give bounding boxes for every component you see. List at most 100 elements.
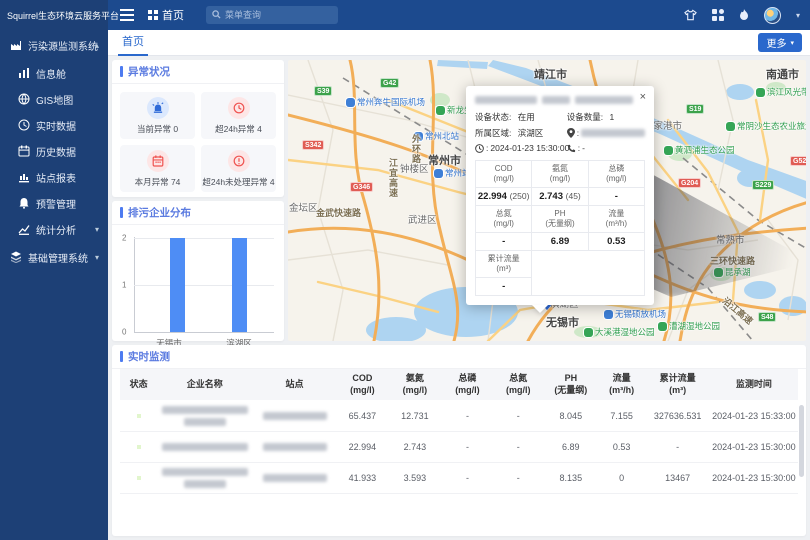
region-field: 所属区域: 滨湖区	[475, 127, 567, 139]
sidebar-item-历史数据[interactable]: 历史数据	[0, 138, 108, 164]
user-avatar[interactable]	[764, 7, 781, 24]
table-cell: -	[442, 400, 493, 431]
device-status-field: 设备状态: 在用	[475, 111, 567, 123]
device-count-field: 设备数量: 1	[567, 111, 645, 123]
dashboard-icon	[18, 67, 30, 79]
sidebar-item-label: 信息舱	[36, 66, 66, 81]
road-badge-S229: S229	[752, 180, 774, 190]
table-cell: 2024-01-23 15:30:00	[710, 462, 798, 493]
stat-label: 超24h未处理异常 4	[202, 176, 274, 188]
sidebar-item-站点报表[interactable]: 站点报表	[0, 164, 108, 190]
popup-metric-name: 累计流量(m³)	[476, 251, 532, 278]
user-menu-chevron-down-icon[interactable]: ▾	[796, 11, 800, 20]
clock-alert-icon	[228, 97, 250, 119]
table-scrollbar[interactable]	[799, 405, 804, 477]
search-input[interactable]	[225, 10, 332, 20]
sidebar-item-label: 站点报表	[36, 170, 76, 185]
station-name-redacted	[252, 400, 337, 431]
tab-bar: 首页 更多 ▾	[108, 30, 810, 56]
popup-close-icon[interactable]: ×	[640, 92, 646, 103]
warning-bell-icon	[18, 197, 30, 209]
sidebar-item-污染源监测系统[interactable]: 污染源监测系统▴	[0, 30, 108, 60]
table-cell: 65.437	[337, 400, 388, 431]
popup-metric-value: 0.53	[588, 233, 644, 251]
more-button[interactable]: 更多 ▾	[758, 33, 802, 52]
table-cell: 8.135	[544, 462, 598, 493]
table-cell: 2024-01-23 15:30:00	[710, 431, 798, 462]
popup-metric-name: 总磷(mg/l)	[588, 161, 644, 188]
column-header-监测时间: 监测时间	[710, 369, 798, 400]
road-badge-S19: S19	[686, 104, 704, 114]
distribution-bar-chart: 210	[134, 237, 274, 333]
table-cell: -	[493, 400, 544, 431]
stat-label: 本月异常 74	[135, 176, 181, 188]
column-header-站点: 站点	[252, 369, 337, 400]
table-cell: 6.89	[544, 431, 598, 462]
road-badge-G42: G42	[380, 78, 399, 88]
distribution-panel-title: 排污企业分布	[128, 205, 191, 220]
top-bar: Squirrel生态环境云服务平台 首页 ▾	[0, 0, 810, 30]
sidebar-item-label: 实时数据	[36, 118, 76, 133]
table-cell: -	[442, 462, 493, 493]
table-cell: 7.155	[598, 400, 645, 431]
phone-field: : -	[567, 143, 645, 153]
exclamation-icon	[228, 150, 250, 172]
factory-icon	[10, 39, 22, 51]
theme-skin-icon[interactable]	[684, 9, 697, 21]
popup-metric-value: 22.994 (250)	[476, 188, 532, 206]
base-system-icon	[10, 251, 22, 263]
panel-accent-bar	[120, 66, 123, 77]
table-cell: 41.933	[337, 462, 388, 493]
sidebar-item-实时数据[interactable]: 实时数据	[0, 112, 108, 138]
road-badge-S342: S342	[302, 140, 324, 150]
station-report-icon	[18, 171, 30, 183]
app-logo: Squirrel生态环境云服务平台	[0, 0, 108, 30]
company-name-redacted	[157, 400, 252, 431]
company-name-redacted	[157, 462, 252, 493]
popup-metric-value: -	[476, 233, 532, 251]
more-button-label: 更多	[766, 35, 786, 50]
chart-y-tick: 1	[122, 281, 126, 290]
sidebar-item-GIS地图[interactable]: GIS地图	[0, 86, 108, 112]
sidebar-item-预警管理[interactable]: 预警管理	[0, 190, 108, 216]
address-redacted	[581, 129, 645, 137]
table-cell: 0	[598, 462, 645, 493]
history-icon	[18, 145, 30, 157]
menu-search-box[interactable]	[206, 6, 338, 24]
table-row[interactable]: 41.9333.593--8.1350134672024-01-23 15:30…	[120, 462, 798, 493]
table-cell: 327636.531	[645, 400, 709, 431]
stat-label: 超24h异常 4	[215, 123, 262, 135]
widgets-layout-icon[interactable]	[712, 9, 724, 21]
company-name-redacted	[157, 431, 252, 462]
realtime-clock-icon	[18, 119, 30, 131]
popup-metric-value: -	[588, 188, 644, 206]
search-icon	[212, 6, 221, 24]
sidebar-item-统计分析[interactable]: 统计分析▾	[0, 216, 108, 242]
stat-card-超24h异常[interactable]: 超24h异常 4	[201, 92, 276, 139]
stat-card-当前异常[interactable]: 当前异常 0	[120, 92, 195, 139]
column-header-PH: PH(无量纲)	[544, 369, 598, 400]
abnormal-panel-title: 异常状况	[128, 64, 170, 79]
flame-icon[interactable]	[739, 9, 749, 21]
table-row[interactable]: 65.43712.731--8.0457.155327636.5312024-0…	[120, 400, 798, 431]
chart-gridline	[134, 332, 274, 333]
popup-title-redacted	[475, 96, 645, 104]
nav-home[interactable]: 首页	[148, 7, 184, 23]
sidebar-item-label: 统计分析	[36, 222, 76, 237]
road-badge-G524: G524	[790, 156, 806, 166]
gis-map[interactable]: 靖江市南通市常州市钟楼区武进区金坛区张家港市常熟市无锡市滨湖区常州奔牛国际机场新…	[288, 60, 806, 341]
stat-card-超24h未处理异常[interactable]: 超24h未处理异常 4	[201, 145, 276, 192]
realtime-table: 状态企业名称站点COD(mg/l)氨氮(mg/l)总磷(mg/l)总氮(mg/l…	[120, 369, 798, 494]
popup-metrics-table: COD(mg/l)氨氮(mg/l)总磷(mg/l)22.994 (250)2.7…	[475, 160, 645, 296]
realtime-monitoring-panel: 实时监测 状态企业名称站点COD(mg/l)氨氮(mg/l)总磷(mg/l)总氮…	[112, 345, 806, 536]
stat-card-本月异常[interactable]: 本月异常 74	[120, 145, 195, 192]
table-cell: -	[493, 462, 544, 493]
sidebar-item-信息舱[interactable]: 信息舱	[0, 60, 108, 86]
chart-y-tick: 0	[122, 328, 126, 337]
sidebar-item-基础管理系统[interactable]: 基础管理系统▾	[0, 242, 108, 272]
table-cell: -	[645, 431, 709, 462]
table-row[interactable]: 22.9942.743--6.890.53-2024-01-23 15:30:0…	[120, 431, 798, 462]
tab-home[interactable]: 首页	[118, 30, 148, 56]
hamburger-menu-icon[interactable]	[120, 9, 134, 21]
map-info-popup: × 设备状态: 在用 设备数量: 1 所属	[466, 86, 654, 305]
